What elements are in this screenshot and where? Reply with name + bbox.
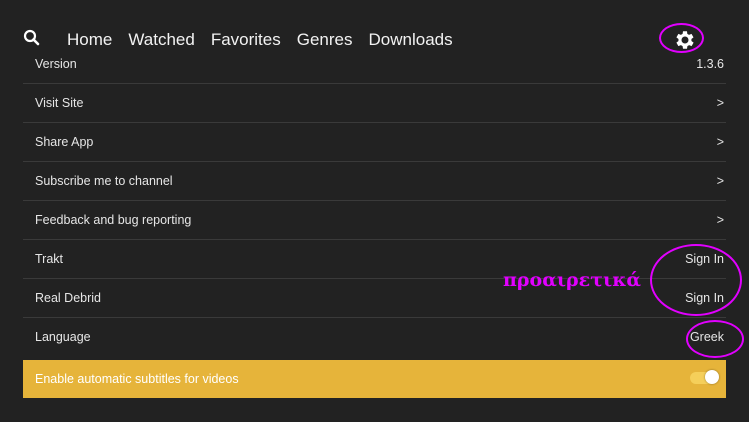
settings-row-version: Version 1.3.6 <box>23 45 726 84</box>
row-label: Subscribe me to channel <box>35 174 173 188</box>
settings-row-language[interactable]: Language Greek <box>23 318 726 357</box>
real-debrid-sign-in-link[interactable]: Sign In <box>685 291 724 305</box>
row-label: Real Debrid <box>35 291 102 305</box>
row-label: Language <box>35 330 91 344</box>
row-label: Feedback and bug reporting <box>35 213 192 227</box>
settings-row-feedback[interactable]: Feedback and bug reporting > <box>23 201 726 240</box>
chevron-right-icon: > <box>716 135 724 149</box>
row-label: Version <box>35 57 77 71</box>
chevron-right-icon: > <box>716 213 724 227</box>
row-label: Enable automatic subtitles for videos <box>35 372 239 386</box>
language-value[interactable]: Greek <box>690 330 724 344</box>
row-label: Visit Site <box>35 96 84 110</box>
settings-row-subscribe[interactable]: Subscribe me to channel > <box>23 162 726 201</box>
toggle-knob <box>705 370 719 384</box>
chevron-right-icon: > <box>716 96 724 110</box>
chevron-right-icon: > <box>716 174 724 188</box>
trakt-sign-in-link[interactable]: Sign In <box>685 252 724 266</box>
annotation-text: προαιρετικά <box>503 269 642 291</box>
auto-subtitles-toggle[interactable] <box>690 370 719 384</box>
row-label: Trakt <box>35 252 64 266</box>
settings-row-auto-subtitles[interactable]: Enable automatic subtitles for videos <box>23 360 726 398</box>
settings-row-visit-site[interactable]: Visit Site > <box>23 84 726 123</box>
row-label: Share App <box>35 135 94 149</box>
version-value: 1.3.6 <box>696 57 724 71</box>
settings-row-share-app[interactable]: Share App > <box>23 123 726 162</box>
